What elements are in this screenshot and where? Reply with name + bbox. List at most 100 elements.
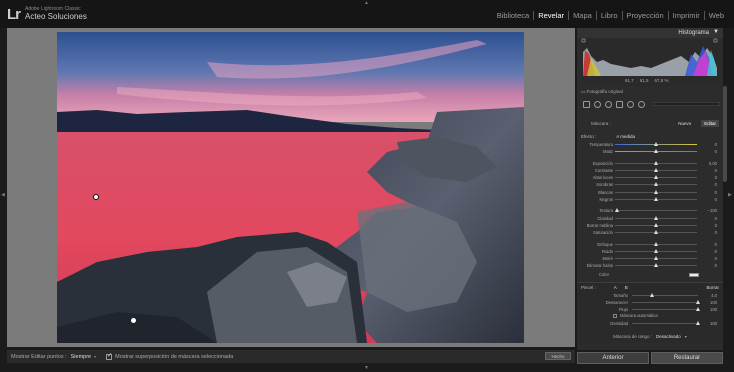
red-eye-icon[interactable] [605,100,612,108]
mask-new-button[interactable]: Nuevo [678,121,691,126]
slider-matiz[interactable]: Matiz 0 [577,148,723,155]
left-panel-toggle-icon[interactable]: ◀ [1,192,5,198]
panel-scrollbar[interactable] [723,28,727,350]
brush-b-button[interactable]: B [625,285,628,290]
slider-value[interactable]: 0 [715,223,717,228]
slider-contraste[interactable]: Contraste 0 [577,167,723,174]
slider-knob[interactable] [654,263,658,268]
slider-value[interactable]: 0 [715,263,717,268]
brush-erase-button[interactable]: Borrar [706,285,719,290]
slider-blancos[interactable]: Blancos 0 [577,189,723,196]
slider-value[interactable]: −100 [708,208,717,213]
right-panel-toggle-icon[interactable]: ▶ [728,192,732,198]
slider-value[interactable]: 0 [715,190,717,195]
slider-knob[interactable] [614,208,619,213]
module-revelar[interactable]: Revelar [533,11,568,20]
tool-slider[interactable] [653,102,720,106]
brush-tool-icon[interactable] [638,100,645,108]
slider-track[interactable] [632,301,698,303]
slider-ruido[interactable]: Ruido 0 [577,248,723,255]
slider-knob[interactable] [649,292,654,297]
reset-button[interactable]: Restaurar [651,352,723,364]
bottom-panel-toggle-icon[interactable]: ▼ [364,365,369,371]
slider-claridad[interactable]: Claridad 0 [577,215,723,222]
slider-track[interactable] [632,294,698,296]
slider-track[interactable] [632,308,698,310]
brush-slider-tamaño[interactable]: Tamaño 4,0 [577,292,723,299]
histogram-header[interactable]: Histograma ▼ [577,28,723,38]
brush-a-button[interactable]: A [614,285,617,290]
slider-knob[interactable] [654,222,658,227]
slider-knob[interactable] [654,175,658,180]
slider-knob[interactable] [654,167,658,172]
slider-knob[interactable] [654,230,658,235]
slider-enfoque[interactable]: Enfoque 0 [577,241,723,248]
slider-altas-luces[interactable]: Altas luces 0 [577,174,723,181]
density-value[interactable]: 100 [710,321,717,326]
slider-knob[interactable] [654,189,658,194]
module-biblioteca[interactable]: Biblioteca [493,11,534,20]
range-mask-select[interactable]: Desactivado [656,334,681,339]
density-knob[interactable] [696,320,700,325]
show-overlay-checkbox[interactable] [106,352,112,360]
slider-knob[interactable] [654,160,658,165]
top-panel-toggle-icon[interactable]: ▲ [364,0,369,6]
module-libro[interactable]: Libro [595,11,622,20]
slider-value[interactable]: 0 [715,142,717,147]
slider-value[interactable]: 0 [715,242,717,247]
show-pins-select[interactable]: Siempre [71,354,91,360]
slider-value[interactable]: 100 [710,307,717,312]
photo-image[interactable] [57,32,524,343]
slider-value[interactable]: 0 [715,182,717,187]
module-web[interactable]: Web [703,11,728,20]
slider-knob[interactable] [654,182,658,187]
slider-knob[interactable] [654,149,658,154]
done-button[interactable]: Hecho [545,352,571,360]
slider-value[interactable]: 4,0 [711,293,717,298]
slider-knob[interactable] [654,241,658,246]
slider-value[interactable]: 0 [715,197,717,202]
auto-mask-checkbox[interactable] [613,313,617,318]
slider-value[interactable]: 0 [715,256,717,261]
slider-knob[interactable] [654,142,658,146]
slider-knob[interactable] [654,248,658,253]
slider-textura[interactable]: Textura −100 [577,207,723,214]
slider-knob[interactable] [696,299,700,304]
slider-value[interactable]: 0 [715,149,717,154]
slider-eliminar-halos[interactable]: Eliminar halos 0 [577,262,723,269]
histogram[interactable]: 61,7 61,5 67,8 % [581,38,719,86]
density-slider[interactable]: Densidad 100 [577,320,723,327]
spot-removal-icon[interactable] [594,100,601,108]
slider-value[interactable]: 0 [715,175,717,180]
slider-knob[interactable] [696,306,700,311]
slider-temperatura[interactable]: Temperatura 0 [577,141,723,148]
radial-filter-icon[interactable] [627,100,634,108]
slider-exposición[interactable]: Exposición 0,00 [577,160,723,167]
slider-borrar-neblina[interactable]: Borrar neblina 0 [577,222,723,229]
mask-edit-button[interactable]: Editar [701,119,719,127]
slider-negros[interactable]: Negros 0 [577,196,723,203]
previous-button[interactable]: Anterior [577,352,649,364]
color-swatch[interactable] [689,272,699,277]
slider-value[interactable]: 0 [715,230,717,235]
slider-knob[interactable] [654,256,658,261]
slider-knob[interactable] [654,197,658,202]
slider-value[interactable]: 0 [715,249,717,254]
slider-knob[interactable] [654,215,658,220]
graduated-filter-icon[interactable] [616,100,623,108]
brush-slider-desvanecer[interactable]: Desvanecer 100 [577,299,723,306]
slider-value[interactable]: 0 [715,168,717,173]
slider-moiré[interactable]: Moiré 0 [577,255,723,262]
module-proyección[interactable]: Proyección [621,11,668,20]
module-imprimir[interactable]: Imprimir [667,11,704,20]
slider-value[interactable]: 0,00 [709,161,717,166]
crop-tool-icon[interactable] [583,100,590,108]
brush-slider-flujo[interactable]: Flujo 100 [577,306,723,313]
module-mapa[interactable]: Mapa [568,11,596,20]
scrollbar-thumb[interactable] [723,86,727,182]
slider-value[interactable]: 100 [710,300,717,305]
adjustment-pin-active[interactable] [93,194,99,200]
slider-sombras[interactable]: Sombras 0 [577,181,723,188]
slider-saturación[interactable]: Saturación 0 [577,229,723,236]
slider-value[interactable]: 0 [715,216,717,221]
